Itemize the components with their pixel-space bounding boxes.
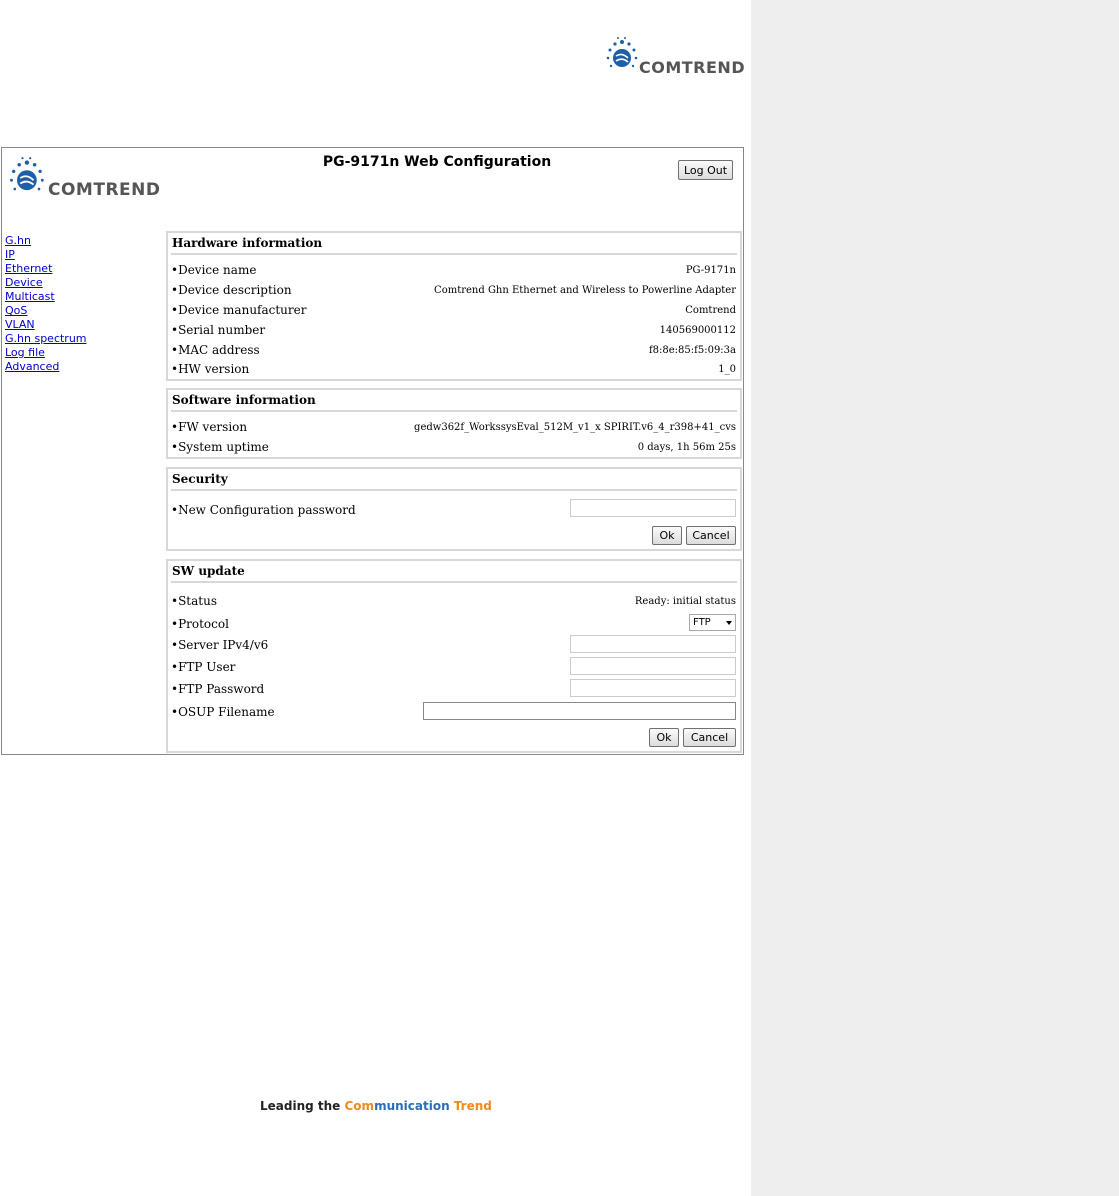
tagline-part: munication — [374, 1099, 454, 1113]
sidebar-nav: G.hn IP Ethernet Device Multicast QoS VL… — [5, 234, 87, 374]
ftp-password-label: •FTP Password — [171, 682, 265, 696]
divider — [171, 253, 737, 255]
nav-link-ghn[interactable]: G.hn — [5, 234, 87, 248]
row-label: •Serial number — [171, 323, 266, 337]
nav-link-log-file[interactable]: Log file — [5, 346, 87, 360]
info-row-device-description: •Device description Comtrend Ghn Etherne… — [171, 283, 736, 299]
nav-link-ip[interactable]: IP — [5, 248, 87, 262]
section-title: Hardware information — [172, 236, 323, 250]
row-value: f8:8e:85:f5:09:3a — [648, 345, 736, 356]
protocol-label: •Protocol — [171, 617, 229, 631]
logo-wordmark: COMTREND — [48, 180, 161, 200]
osup-label: •OSUP Filename — [171, 705, 275, 719]
row-label: •Device name — [171, 263, 257, 277]
hardware-info-panel: Hardware information •Device name PG-917… — [166, 231, 742, 381]
server-label: •Server IPv4/v6 — [171, 638, 269, 652]
comtrend-globe-icon — [606, 37, 638, 68]
divider — [171, 410, 737, 412]
security-ok-button[interactable]: Ok — [652, 526, 682, 545]
sw-update-panel: SW update •Status Ready: initial status … — [166, 559, 742, 753]
osup-filename-input[interactable] — [423, 702, 736, 720]
row-value: PG-9171n — [685, 265, 736, 276]
divider — [171, 581, 737, 583]
status-label: •Status — [171, 594, 217, 608]
info-row-hw-version: •HW version 1_0 — [171, 362, 736, 378]
row-label: •MAC address — [171, 343, 260, 357]
chevron-down-icon — [726, 621, 732, 625]
row-value: Comtrend — [685, 305, 736, 316]
protocol-select[interactable]: FTP — [689, 614, 736, 631]
log-out-button[interactable]: Log Out — [678, 160, 733, 180]
comtrend-globe-icon — [10, 157, 44, 191]
info-row-serial-number: •Serial number 140569000112 — [171, 323, 736, 339]
nav-link-ethernet[interactable]: Ethernet — [5, 262, 87, 276]
row-label: •HW version — [171, 362, 250, 376]
section-title: Software information — [172, 393, 316, 407]
tagline-part: Com — [344, 1099, 375, 1113]
status-value: Ready: initial status — [634, 596, 736, 607]
frame-comtrend-logo: COMTREND — [8, 156, 168, 204]
password-label: •New Configuration password — [171, 503, 356, 517]
row-value: 0 days, 1h 56m 25s — [637, 442, 736, 453]
section-title: Security — [172, 472, 228, 486]
ftp-user-label: •FTP User — [171, 660, 236, 674]
nav-link-advanced[interactable]: Advanced — [5, 360, 87, 374]
section-title: SW update — [172, 564, 245, 578]
info-row-device-manufacturer: •Device manufacturer Comtrend — [171, 303, 736, 319]
row-label: •Device manufacturer — [171, 303, 307, 317]
comtrend-logo: COMTREND — [605, 36, 755, 80]
nav-link-multicast[interactable]: Multicast — [5, 290, 87, 304]
status-row: •Status Ready: initial status — [171, 594, 736, 610]
security-cancel-button[interactable]: Cancel — [686, 526, 736, 545]
ftp-user-input[interactable] — [570, 657, 736, 675]
sw-update-ok-button[interactable]: Ok — [649, 728, 679, 747]
info-row-system-uptime: •System uptime 0 days, 1h 56m 25s — [171, 440, 736, 456]
tagline-part: Leading the — [260, 1099, 345, 1113]
new-config-password-input[interactable] — [570, 499, 736, 517]
protocol-selected-value: FTP — [693, 617, 711, 628]
info-row-fw-version: •FW version gedw362f_WorkssysEval_512M_v… — [171, 420, 736, 436]
page-margin-panel — [751, 0, 1119, 1196]
logo-wordmark: COMTREND — [639, 58, 746, 77]
row-value: Comtrend Ghn Ethernet and Wireless to Po… — [434, 285, 736, 296]
info-row-device-name: •Device name PG-9171n — [171, 263, 736, 279]
web-config-window: PG-9171n Web Configuration COMTREND Log … — [1, 147, 744, 755]
footer-tagline: Leading the Communication Trend — [260, 1099, 492, 1113]
sw-update-cancel-button[interactable]: Cancel — [683, 728, 736, 747]
row-value: 1_0 — [718, 364, 736, 375]
nav-link-ghn-spectrum[interactable]: G.hn spectrum — [5, 332, 87, 346]
info-row-mac-address: •MAC address f8:8e:85:f5:09:3a — [171, 343, 736, 359]
software-info-panel: Software information •FW version gedw362… — [166, 388, 742, 459]
protocol-row: •Protocol — [171, 617, 736, 633]
server-ip-input[interactable] — [570, 635, 736, 653]
row-value: gedw362f_WorkssysEval_512M_v1_x SPIRIT.v… — [414, 422, 736, 433]
row-label: •System uptime — [171, 440, 269, 454]
row-label: •Device description — [171, 283, 292, 297]
security-panel: Security •New Configuration password Ok … — [166, 467, 742, 551]
ftp-password-input[interactable] — [570, 679, 736, 697]
divider — [171, 489, 737, 491]
row-label: •FW version — [171, 420, 248, 434]
nav-link-device[interactable]: Device — [5, 276, 87, 290]
row-value: 140569000112 — [659, 325, 736, 336]
nav-link-qos[interactable]: QoS — [5, 304, 87, 318]
tagline-part: Trend — [453, 1099, 492, 1113]
nav-link-vlan[interactable]: VLAN — [5, 318, 87, 332]
